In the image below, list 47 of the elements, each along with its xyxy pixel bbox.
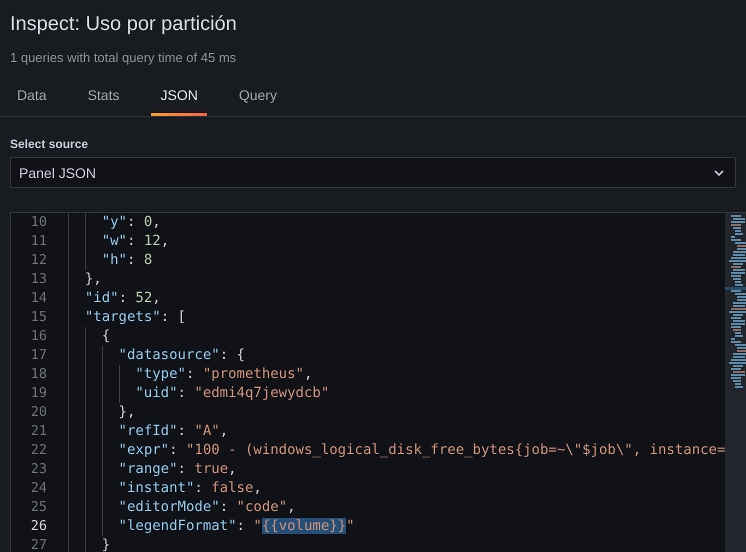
code-line: "id": 52, [84, 289, 161, 308]
drawer-title: Inspect: Uso por partición [10, 12, 238, 37]
line-number: 10 [30, 213, 47, 232]
code-line: } [102, 536, 110, 552]
line-number: 21 [30, 422, 47, 441]
line-number: 25 [30, 498, 47, 517]
code-line: "y": 0, [102, 213, 161, 232]
code-editor[interactable] [10, 212, 746, 552]
code-line: "w": 12, [102, 232, 170, 251]
code-line: }, [84, 270, 102, 289]
line-number: 12 [30, 251, 47, 270]
field-label: Select source [10, 137, 88, 151]
tab[interactable]: JSON [151, 79, 207, 116]
source-select[interactable]: Panel JSON [10, 157, 736, 188]
code-line: "uid": "edmi4q7jewydcb" [135, 384, 330, 403]
code-line: "editorMode": "code", [118, 498, 296, 517]
line-number: 26 [30, 517, 47, 536]
code-line: "instant": false, [118, 479, 262, 498]
line-number: 17 [30, 346, 47, 365]
code-line: "range": true, [118, 460, 237, 479]
line-number: 13 [30, 270, 47, 289]
code-line: "targets": [ [84, 308, 186, 327]
line-number: 15 [30, 308, 47, 327]
code-line: "h": 8 [102, 251, 152, 270]
code-line: "datasource": { [118, 346, 245, 365]
line-number: 23 [30, 460, 47, 479]
chevron-down-icon [714, 170, 724, 176]
line-number: 22 [30, 441, 47, 460]
tab[interactable]: Data [8, 79, 56, 116]
code-line: { [102, 327, 110, 346]
tab[interactable]: Stats [78, 79, 128, 116]
code-line: "legendFormat": "{{volume}}" [118, 517, 355, 536]
line-number: 19 [30, 384, 47, 403]
line-number: 11 [30, 232, 47, 251]
code-line: "expr": "100 - (windows_logical_disk_free_bytes{job=~\"$job\", instance= [118, 441, 726, 460]
code-line: }, [118, 403, 136, 422]
line-number: 20 [30, 403, 47, 422]
minimap-drawing[interactable] [725, 213, 746, 552]
line-number: 27 [30, 536, 47, 552]
line-number: 18 [30, 365, 47, 384]
code-line: "type": "prometheus", [135, 365, 312, 384]
line-number: 24 [30, 479, 47, 498]
query-summary: 1 queries with total query time of 45 ms [10, 50, 238, 65]
tab[interactable]: Query [230, 79, 286, 116]
line-number: 14 [30, 289, 47, 308]
line-number: 16 [30, 327, 47, 346]
code-line: "refId": "A", [118, 422, 228, 441]
